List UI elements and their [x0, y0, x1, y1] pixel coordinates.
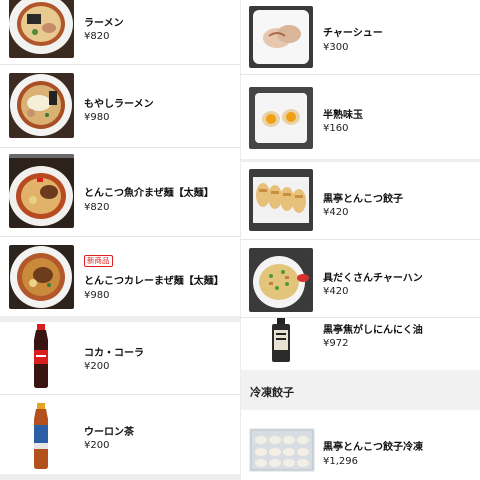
item-name: とんこつ魚介まぜ麺【太麺】 — [84, 188, 214, 199]
menu-column-left: ラーメン ¥820 もやしラーメン ¥980 とんこつ魚介まぜ麺【太麺】 ¥82… — [0, 0, 240, 480]
item-price: ¥980 — [84, 112, 110, 123]
item-price: ¥160 — [323, 123, 349, 134]
frozen-gyoza-pack-icon — [249, 428, 315, 472]
item-price: ¥300 — [323, 42, 349, 53]
item-price: ¥820 — [84, 202, 110, 213]
item-name: とんこつカレーまぜ麺【太麺】 — [84, 276, 224, 287]
item-price: ¥980 — [84, 290, 110, 301]
menu-item[interactable]: ラーメン ¥820 — [0, 0, 240, 64]
item-name: 黒亭焦がしにんにく油 — [323, 325, 423, 336]
new-item-badge: 新商品 — [84, 255, 113, 267]
section-title: 冷凍餃子 — [250, 386, 294, 399]
item-name: 半熟味玉 — [323, 110, 363, 121]
item-name: ラーメン — [84, 18, 124, 29]
item-name: 黒亭とんこつ餃子 — [323, 194, 403, 205]
mazemen-icon — [9, 154, 74, 228]
fried-rice-icon — [249, 248, 313, 312]
menu-column-right: チャーシュー ¥300 半熟味玉 ¥160 黒亭とんこつ餃子 ¥420 具だくさ… — [241, 0, 480, 480]
item-name: 黒亭とんこつ餃子冷凍 — [323, 442, 423, 453]
item-price: ¥972 — [323, 338, 349, 349]
curry-mazemen-icon — [9, 245, 74, 309]
egg-icon — [249, 87, 313, 149]
item-name: ウーロン茶 — [84, 427, 134, 438]
item-price: ¥420 — [323, 286, 349, 297]
ramen-bowl-icon — [9, 0, 74, 58]
moyashi-ramen-icon — [9, 73, 74, 138]
gyoza-icon — [249, 169, 313, 231]
oolong-tea-bottle-icon — [28, 403, 54, 471]
item-price: ¥1,296 — [323, 456, 358, 467]
item-name: もやしラーメン — [84, 99, 154, 110]
chashu-icon — [249, 6, 313, 68]
item-name: コカ・コーラ — [84, 348, 144, 359]
item-name: チャーシュー — [323, 28, 383, 39]
menu-item[interactable]: 黒亭とんこつ餃子冷凍 ¥1,296 — [241, 410, 480, 480]
garlic-oil-bottle-icon — [269, 318, 293, 362]
menu-item[interactable]: とんこつ魚介まぜ麺【太麺】 ¥820 — [0, 148, 240, 236]
menu-item[interactable]: コカ・コーラ ¥200 — [0, 322, 240, 394]
menu-item[interactable]: 黒亭とんこつ餃子 ¥420 — [241, 162, 480, 239]
menu-item[interactable]: もやしラーメン ¥980 — [0, 65, 240, 147]
menu-item[interactable]: ウーロン茶 ¥200 — [0, 395, 240, 480]
menu-item[interactable]: 半熟味玉 ¥160 — [241, 75, 480, 159]
section-gap — [0, 474, 240, 480]
menu-item[interactable]: 黒亭焦がしにんにく油 ¥972 — [241, 318, 480, 370]
menu-item[interactable]: 新商品 とんこつカレーまぜ麺【太麺】 ¥980 — [0, 237, 240, 316]
cola-bottle-icon — [28, 324, 54, 388]
item-price: ¥820 — [84, 31, 110, 42]
menu-item[interactable]: チャーシュー ¥300 — [241, 0, 480, 74]
section-header: 冷凍餃子 — [241, 370, 480, 410]
item-price: ¥200 — [84, 440, 110, 451]
item-name: 具だくさんチャーハン — [323, 273, 423, 284]
item-price: ¥200 — [84, 361, 110, 372]
item-price: ¥420 — [323, 207, 349, 218]
menu-item[interactable]: 具だくさんチャーハン ¥420 — [241, 240, 480, 317]
